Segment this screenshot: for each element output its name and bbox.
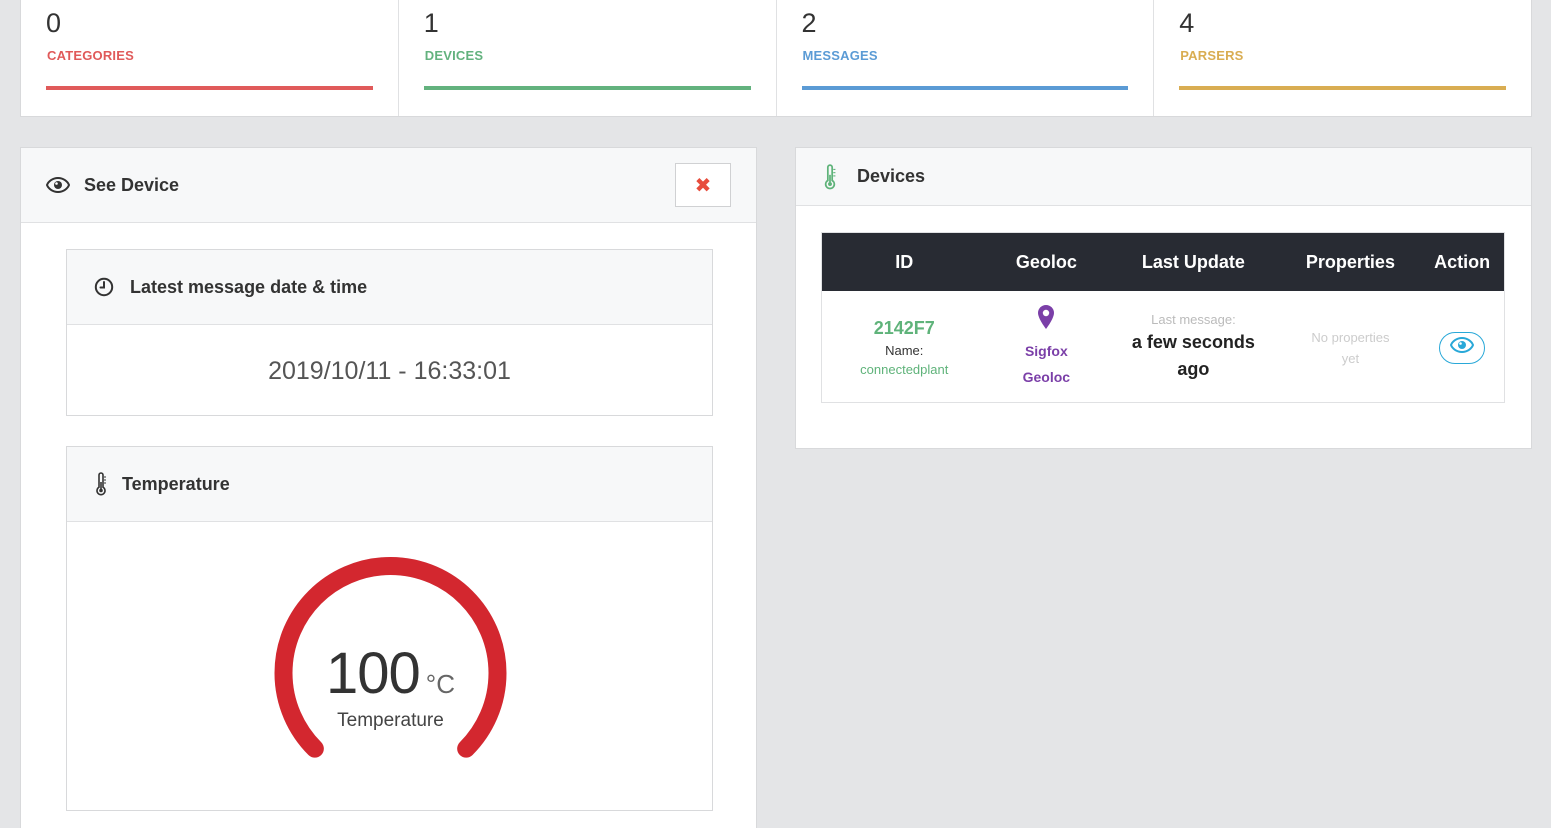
devices-header: Devices — [796, 148, 1531, 206]
no-properties-line-2: yet — [1341, 350, 1360, 366]
eye-icon — [1450, 336, 1475, 358]
devices-panel: Devices ID Geoloc Last Update Properties… — [795, 147, 1532, 449]
column-header-id[interactable]: ID — [822, 233, 987, 291]
gauge-label: Temperature — [337, 710, 444, 731]
table-header: ID Geoloc Last Update Properties Action — [822, 233, 1504, 291]
stat-value: 4 — [1179, 8, 1195, 38]
panel-title: See Device — [84, 174, 180, 195]
stat-value: 2 — [801, 8, 817, 38]
no-properties-line-1: No properties — [1311, 329, 1390, 345]
cell-action — [1420, 291, 1504, 404]
stat-categories[interactable]: 0 CATEGORIES — [21, 0, 399, 116]
temperature-gauge: 100 °C Temperature — [67, 522, 714, 822]
stat-messages[interactable]: 2 MESSAGES — [777, 0, 1155, 116]
latest-message-header: Latest message date & time — [67, 250, 712, 325]
stat-bar — [801, 86, 1129, 90]
latest-message-datetime: 2019/10/11 - 16:33:01 — [268, 357, 511, 385]
temperature-value: 100 — [326, 641, 421, 706]
thermometer-icon — [821, 163, 839, 190]
latest-message-card: Latest message date & time 2019/10/11 - … — [66, 249, 713, 416]
stat-label: PARSERS — [1180, 48, 1244, 63]
temperature-header: Temperature — [67, 447, 712, 522]
thermometer-icon — [92, 472, 110, 496]
see-device-panel: See Device ✖ Latest message date & time … — [20, 147, 757, 828]
stat-value: 0 — [46, 8, 62, 38]
card-title: Temperature — [122, 473, 230, 494]
eye-icon — [46, 177, 70, 193]
panel-title: Devices — [857, 166, 926, 186]
stat-label: MESSAGES — [802, 48, 878, 63]
stat-parsers[interactable]: 4 PARSERS — [1154, 0, 1531, 116]
column-header-properties[interactable]: Properties — [1281, 233, 1421, 291]
temperature-unit: °C — [425, 669, 455, 699]
close-icon: ✖ — [694, 174, 712, 197]
table-row: 2142F7 Name: connectedplant Sigfox Geolo… — [822, 291, 1504, 404]
stat-devices[interactable]: 1 DEVICES — [399, 0, 777, 116]
clock-icon — [92, 277, 116, 297]
geoloc-line-2: Geoloc — [1022, 369, 1071, 385]
temperature-card: Temperature 100 °C Temperature — [66, 446, 713, 811]
stats-bar: 0 CATEGORIES 1 DEVICES 2 MESSAGES 4 PARS… — [20, 0, 1532, 117]
cell-id: 2142F7 Name: connectedplant — [822, 291, 987, 404]
device-name: connectedplant — [860, 362, 949, 377]
stat-label: CATEGORIES — [47, 48, 134, 63]
view-device-button[interactable] — [1439, 331, 1486, 364]
see-device-header: See Device ✖ — [21, 148, 756, 223]
cell-last-update: Last message: a few seconds ago — [1106, 291, 1280, 404]
last-message-line-2: ago — [1177, 359, 1210, 379]
stat-label: DEVICES — [424, 48, 484, 63]
device-id-link[interactable]: 2142F7 — [874, 318, 935, 339]
device-name-label: Name: — [885, 343, 924, 358]
column-header-geoloc[interactable]: Geoloc — [987, 233, 1107, 291]
stat-bar — [423, 86, 751, 90]
close-button[interactable]: ✖ — [675, 163, 731, 207]
cell-geoloc[interactable]: Sigfox Geoloc — [987, 291, 1107, 404]
last-message-line-1: a few seconds — [1131, 332, 1255, 352]
map-marker-icon — [1038, 305, 1055, 334]
stat-value: 1 — [423, 8, 439, 38]
column-header-action[interactable]: Action — [1420, 233, 1504, 291]
geoloc-line-1: Sigfox — [1024, 343, 1068, 359]
stat-bar — [46, 86, 373, 90]
devices-table: ID Geoloc Last Update Properties Action … — [821, 232, 1505, 403]
gauge-value: 100 °C — [67, 640, 714, 707]
stat-bar — [1179, 86, 1506, 90]
last-message-label: Last message: — [1151, 312, 1236, 327]
column-header-last-update[interactable]: Last Update — [1106, 233, 1280, 291]
card-title: Latest message date & time — [130, 276, 368, 297]
cell-properties: No properties yet — [1281, 291, 1421, 404]
